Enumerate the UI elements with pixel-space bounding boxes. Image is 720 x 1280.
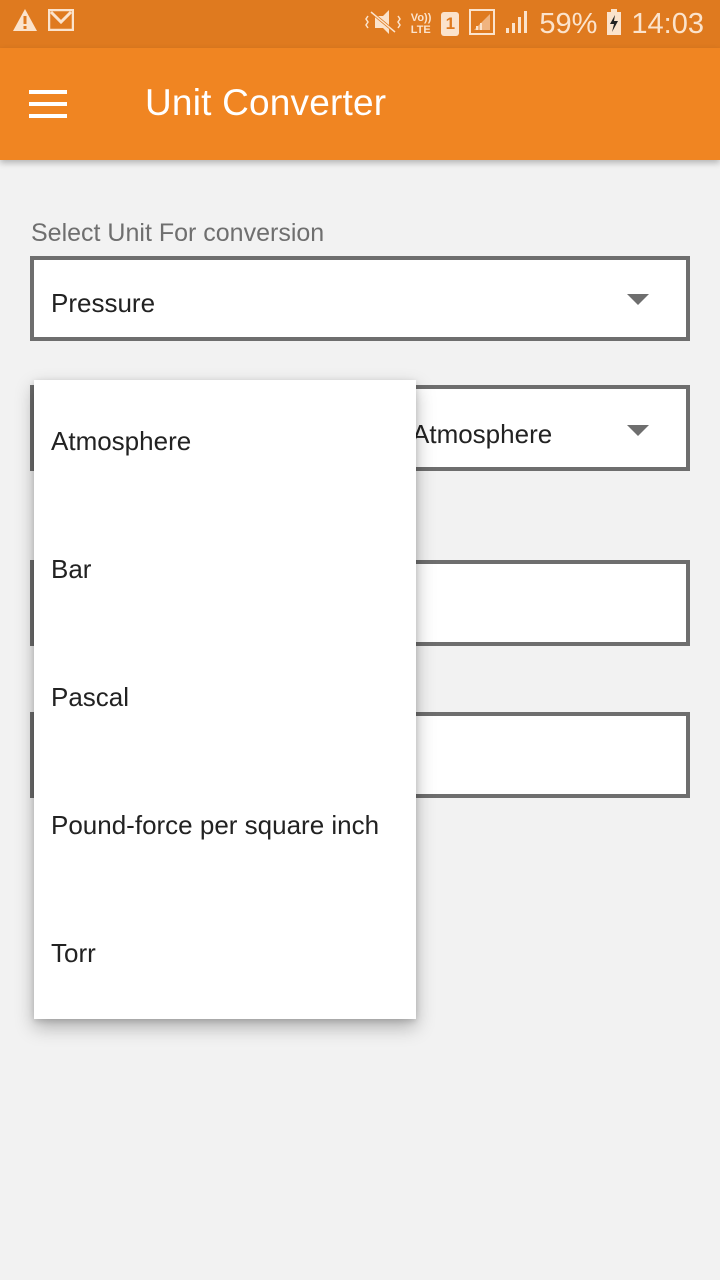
battery-percent: 59% bbox=[539, 7, 598, 40]
vibrate-mute-icon bbox=[364, 8, 401, 41]
to-unit-value: Atmosphere bbox=[412, 419, 553, 449]
battery-charging-icon bbox=[607, 8, 622, 40]
warning-icon bbox=[12, 8, 38, 37]
hamburger-menu-icon[interactable] bbox=[18, 78, 78, 130]
sim1-icon: 1 bbox=[441, 12, 460, 36]
app-title: Unit Converter bbox=[145, 82, 387, 123]
category-spinner-value: Pressure bbox=[51, 288, 156, 318]
signal-sim2-icon bbox=[505, 10, 529, 39]
chevron-down-icon bbox=[627, 294, 649, 305]
dropdown-option-atmosphere[interactable]: Atmosphere bbox=[34, 380, 416, 508]
volte-icon: Vo)) LTE bbox=[410, 12, 432, 36]
unit-dropdown-popup: Atmosphere Bar Pascal Pound-force per sq… bbox=[34, 380, 416, 1019]
dropdown-option-bar[interactable]: Bar bbox=[34, 508, 416, 636]
category-spinner[interactable]: Pressure bbox=[30, 256, 690, 341]
clock: 14:03 bbox=[631, 7, 704, 40]
app-bar: Unit Converter bbox=[0, 48, 720, 160]
category-label: Select Unit For conversion bbox=[31, 219, 325, 247]
signal-sim1-icon bbox=[469, 8, 496, 40]
dropdown-option-pascal[interactable]: Pascal bbox=[34, 636, 416, 764]
gmail-icon bbox=[47, 8, 75, 36]
dropdown-option-psi[interactable]: Pound-force per square inch bbox=[34, 764, 416, 892]
dropdown-option-torr[interactable]: Torr bbox=[34, 892, 416, 1020]
chevron-down-icon bbox=[627, 425, 649, 436]
status-bar: Vo)) LTE 1 59% 14:03 bbox=[0, 0, 720, 48]
to-unit-spinner[interactable]: Atmosphere bbox=[390, 385, 690, 471]
